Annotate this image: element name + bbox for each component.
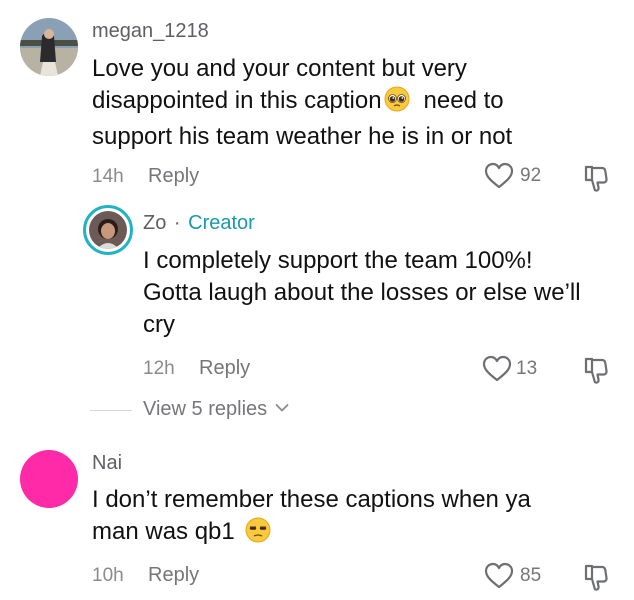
comment-text: I don’t remember these captions when ya … [92, 484, 612, 552]
comment-text-line: man was qb1 [92, 516, 612, 552]
comment-text-segment: need to [423, 87, 504, 114]
comment-text-segment: man was qb1 [92, 518, 235, 545]
like-count: 92 [520, 165, 542, 186]
creator-badge: Creator [188, 212, 255, 234]
heart-icon [482, 355, 512, 382]
view-replies-button[interactable]: View 5 replies [143, 398, 289, 421]
dislike-icon[interactable] [582, 356, 608, 384]
comment-text: I completely support the team 100%! Gott… [143, 245, 623, 341]
comment-timestamp: 14h [92, 166, 124, 187]
comment-username[interactable]: Nai [92, 452, 122, 475]
like-count: 85 [520, 565, 542, 586]
comment-timestamp: 10h [92, 565, 124, 586]
replies-divider [90, 410, 132, 411]
avatar-photo [20, 18, 78, 76]
reply-button[interactable]: Reply [148, 165, 199, 188]
comment-text-segment: disappointed in this caption [92, 87, 382, 114]
like-button[interactable]: 92 [484, 162, 548, 190]
comment-text-line: I completely support the team 100%! [143, 247, 533, 274]
comment-text-line: support his team weather he is in or not [92, 123, 513, 150]
reply-button[interactable]: Reply [148, 564, 199, 587]
like-count: 13 [516, 358, 538, 379]
avatar[interactable] [20, 18, 78, 76]
separator-dot: · [173, 212, 181, 234]
avatar-photo [89, 211, 127, 249]
comment-text-line: I don’t remember these captions when ya [92, 486, 531, 513]
comment-text-line: cry [143, 311, 175, 338]
avatar [89, 211, 127, 249]
like-button[interactable]: 85 [484, 562, 548, 590]
view-replies-label: View 5 replies [143, 398, 268, 420]
comment-username[interactable]: Zo · Creator [143, 212, 255, 235]
chevron-down-icon [275, 404, 289, 412]
comment-text-line: Love you and your content but very [92, 55, 467, 82]
heart-icon [484, 562, 514, 589]
comment-text-line: disappointed in this caption need to [92, 85, 612, 121]
username-text: Zo [143, 212, 167, 234]
comment-text-line: Gotta laugh about the losses or else we’… [143, 279, 581, 306]
comment-timestamp: 12h [143, 358, 175, 379]
pleading-face-icon [384, 86, 410, 121]
dislike-icon[interactable] [582, 563, 608, 591]
comment-text: Love you and your content but very disap… [92, 53, 612, 153]
like-button[interactable]: 13 [482, 355, 546, 383]
reply-button[interactable]: Reply [199, 357, 250, 380]
dislike-icon[interactable] [582, 164, 608, 192]
creator-avatar[interactable] [83, 205, 133, 255]
heart-icon [484, 162, 514, 189]
comment-username[interactable]: megan_1218 [92, 20, 209, 43]
unamused-face-icon [245, 517, 271, 552]
avatar[interactable] [20, 450, 78, 508]
